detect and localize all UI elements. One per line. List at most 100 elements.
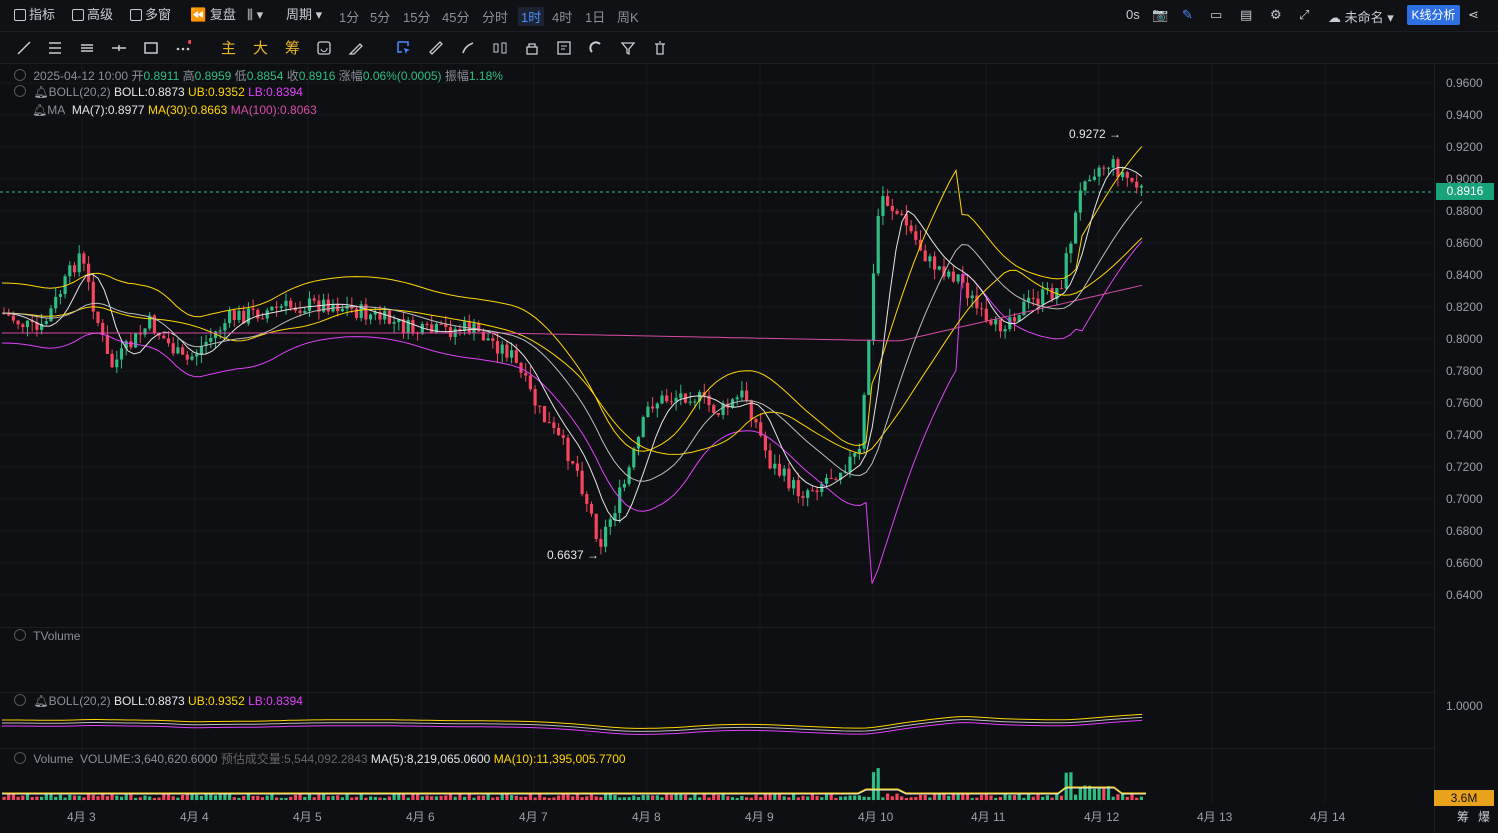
bell-icon: 🔔︎ — [33, 85, 49, 99]
candle-body — [1092, 176, 1096, 180]
chips-toggle[interactable]: 筹 — [285, 37, 300, 58]
edit-list-icon[interactable] — [556, 40, 572, 56]
chips-corner-button[interactable]: 筹 — [1457, 808, 1469, 825]
select-icon[interactable] — [396, 40, 412, 56]
candle-body — [1097, 167, 1101, 177]
big-order-toggle[interactable]: 大 — [253, 37, 268, 58]
magnet-icon[interactable] — [588, 40, 604, 56]
collapse-icon[interactable] — [14, 629, 26, 641]
volume-bar — [101, 794, 105, 800]
candle-body — [721, 403, 725, 415]
filter-icon[interactable] — [620, 40, 636, 56]
volume-bar — [1139, 796, 1143, 800]
fib-icon[interactable] — [47, 40, 63, 56]
pane-divider[interactable] — [0, 748, 1434, 749]
advanced-icon — [72, 9, 84, 21]
advanced-button[interactable]: 高级 — [72, 6, 113, 24]
volume-bar — [444, 795, 448, 800]
candle-tool-icon[interactable] — [492, 40, 508, 56]
indicators-button[interactable]: 指标 — [14, 6, 55, 24]
volume-bar — [636, 797, 641, 800]
candle-body — [486, 338, 490, 341]
volume-bar — [336, 795, 340, 800]
period-time[interactable]: 分时 — [482, 7, 508, 26]
top-toolbar: 指标 高级 多窗 ⏪ 复盘 ⫼ ▾ 周期 ▾ 1分 5分 15分 45分 分时 … — [0, 0, 1498, 32]
candle-body — [16, 320, 20, 325]
liquidation-corner-button[interactable]: 爆 — [1478, 808, 1490, 825]
collapse-icon[interactable] — [14, 752, 26, 764]
eraser-icon[interactable] — [348, 40, 364, 56]
layout-dropdown[interactable]: ☁ 未命名 ▾ — [1328, 7, 1394, 26]
parallel-icon[interactable] — [79, 40, 95, 56]
period-1h[interactable]: 1时 — [518, 7, 545, 26]
volume-bar — [890, 796, 894, 800]
period-1d[interactable]: 1日 — [585, 7, 605, 26]
bell-icon: 🔔︎ — [32, 103, 48, 117]
horizontal-line-icon[interactable] — [111, 40, 127, 56]
chart-type-button[interactable]: ⫼ ▾ — [247, 6, 263, 24]
collapse-icon[interactable] — [14, 85, 26, 97]
volume-bar — [96, 796, 100, 800]
collapse-icon[interactable] — [14, 694, 26, 706]
volume-bar — [594, 796, 598, 800]
lock-icon[interactable] — [524, 40, 540, 56]
high-annotation: 0.9272 → — [1069, 127, 1122, 141]
volume-bar — [646, 794, 650, 800]
volume-bar — [44, 794, 48, 800]
pane-divider[interactable] — [0, 627, 1434, 628]
volume-bar — [77, 795, 81, 800]
volume-bar — [1031, 796, 1035, 800]
period-dropdown[interactable]: 周期 ▾ — [286, 6, 322, 24]
period-1m[interactable]: 1分 — [339, 7, 359, 26]
pencil-icon[interactable]: ✎ — [1182, 7, 1193, 23]
brush-icon[interactable] — [460, 40, 476, 56]
period-5m[interactable]: 5分 — [370, 7, 390, 26]
template-icon[interactable]: ▤ — [1240, 7, 1252, 23]
candle-body — [613, 513, 617, 520]
fullscreen-icon[interactable]: ⤢ — [1299, 7, 1309, 23]
more-icon[interactable] — [175, 40, 192, 56]
candle-body — [1027, 297, 1031, 302]
volume-bar — [933, 793, 937, 800]
period-45m[interactable]: 45分 — [442, 7, 469, 26]
main-chart-toggle[interactable]: 主 — [221, 37, 236, 58]
price-axis-label: 0.7400 — [1446, 428, 1483, 442]
candle-body — [909, 225, 913, 232]
volume-bar — [524, 796, 528, 800]
pane-divider[interactable] — [0, 692, 1434, 693]
volume-bar — [72, 795, 77, 800]
note-icon[interactable]: ▭ — [1210, 7, 1222, 23]
low-annotation: 0.6637 → — [547, 548, 600, 562]
chart-canvas[interactable] — [0, 63, 1498, 833]
period-week[interactable]: 周K — [617, 7, 639, 26]
share-icon[interactable]: ⋖ — [1468, 7, 1479, 23]
sync-icon[interactable] — [316, 40, 332, 56]
rectangle-icon[interactable] — [143, 40, 159, 56]
candle-body — [110, 353, 114, 368]
candle-body — [96, 311, 100, 323]
volume-bar — [481, 795, 485, 800]
multi-window-button[interactable]: 多窗 — [130, 6, 171, 24]
price-axis-label: 0.7600 — [1446, 396, 1483, 410]
volume-bar — [1074, 794, 1078, 800]
collapse-icon[interactable] — [14, 69, 26, 81]
candle-body — [312, 298, 316, 301]
replay-button[interactable]: ⏪ 复盘 — [190, 6, 236, 24]
kline-analysis-button[interactable]: K线分析 — [1407, 5, 1460, 25]
volume-bar — [91, 794, 95, 800]
trendline-icon[interactable] — [16, 40, 32, 56]
candle-body — [815, 490, 819, 493]
volume-bar — [340, 797, 344, 800]
candle-body — [251, 308, 255, 310]
price-axis-label: 0.6600 — [1446, 556, 1483, 570]
trash-icon[interactable] — [652, 40, 668, 56]
volume-bar — [2, 796, 6, 800]
settings-icon[interactable]: ⚙ — [1270, 7, 1282, 23]
camera-icon[interactable]: 📷 — [1152, 7, 1168, 23]
volume-bar — [138, 797, 142, 800]
ruler-icon[interactable] — [428, 40, 444, 56]
period-4h[interactable]: 4时 — [552, 7, 572, 26]
volume-bar — [749, 797, 753, 800]
period-15m[interactable]: 15分 — [403, 7, 430, 26]
volume-bar — [500, 794, 504, 800]
